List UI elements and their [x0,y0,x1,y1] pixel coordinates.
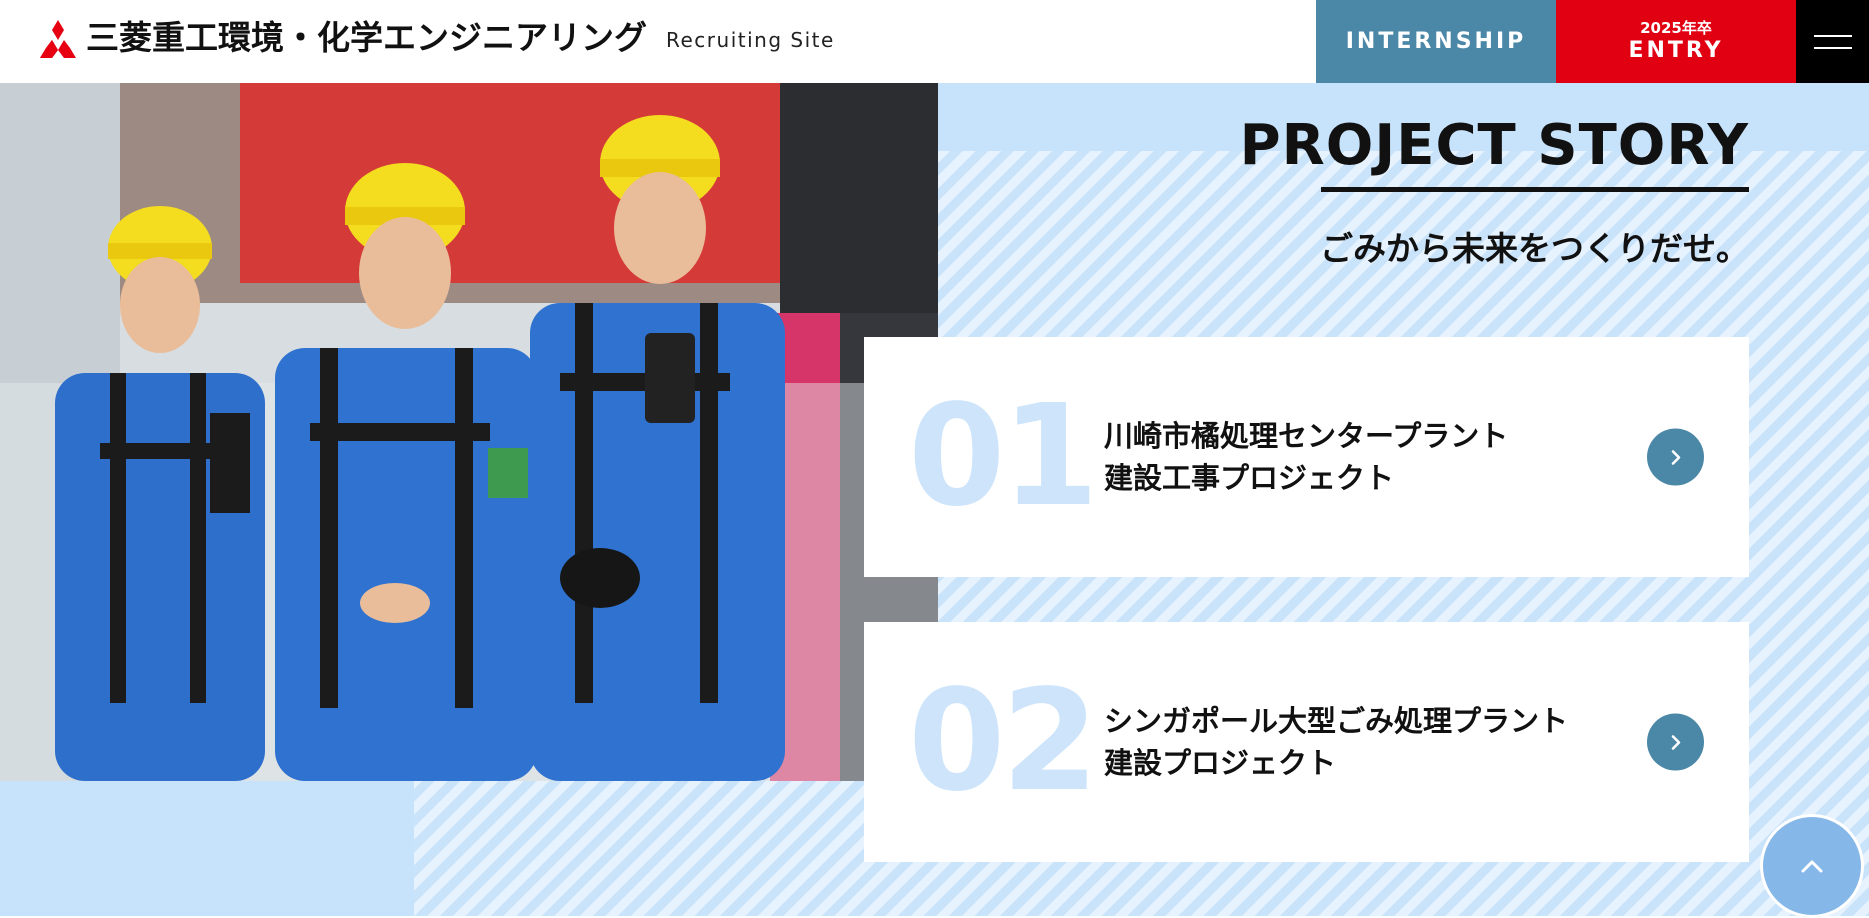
section-title: PROJECT STORY [1239,113,1749,178]
entry-year-label: 2025年卒 [1640,18,1712,37]
title-underline [1321,187,1749,192]
site-header: 三菱重工環境・化学エンジニアリング Recruiting Site INTERN… [0,0,1869,83]
entry-label: ENTRY [1628,37,1724,63]
entry-button[interactable]: 2025年卒 ENTRY [1556,0,1796,83]
menu-button[interactable] [1796,0,1869,83]
project-number: 01 [908,375,1099,538]
project-card-02[interactable]: 02 シンガポール大型ごみ処理プラント 建設プロジェクト [864,622,1749,862]
site-label: Recruiting Site [666,28,835,52]
three-diamonds-icon[interactable] [36,20,80,58]
project-title: 川崎市橘処理センタープラント 建設工事プロジェクト [1104,415,1508,499]
pagetop-button[interactable] [1760,814,1864,918]
hero-photo [0,83,938,781]
project-title-line1: シンガポール大型ごみ処理プラント [1104,704,1569,738]
chevron-right-icon[interactable] [1647,713,1704,771]
chevron-right-icon[interactable] [1647,428,1704,486]
company-logo-text[interactable]: 三菱重工環境・化学エンジニアリング [86,16,647,60]
project-number: 02 [908,660,1099,823]
hamburger-icon-bar-2 [1813,46,1852,49]
internship-label: INTERNSHIP [1345,29,1527,54]
light-blue-block [0,781,414,916]
internship-button[interactable]: INTERNSHIP [1316,0,1556,83]
project-title-line2: 建設工事プロジェクト [1104,461,1395,495]
chevron-up-icon [1801,860,1823,873]
project-title: シンガポール大型ごみ処理プラント 建設プロジェクト [1104,700,1568,784]
project-title-line1: 川崎市橘処理センタープラント [1104,419,1509,453]
project-card-01[interactable]: 01 川崎市橘処理センタープラント 建設工事プロジェクト [864,337,1749,577]
section-subtitle: ごみから未来をつくりだせ。 [1320,229,1749,268]
project-title-line2: 建設プロジェクト [1104,746,1337,780]
workers-illustration [0,83,938,781]
hamburger-icon [1813,34,1852,37]
